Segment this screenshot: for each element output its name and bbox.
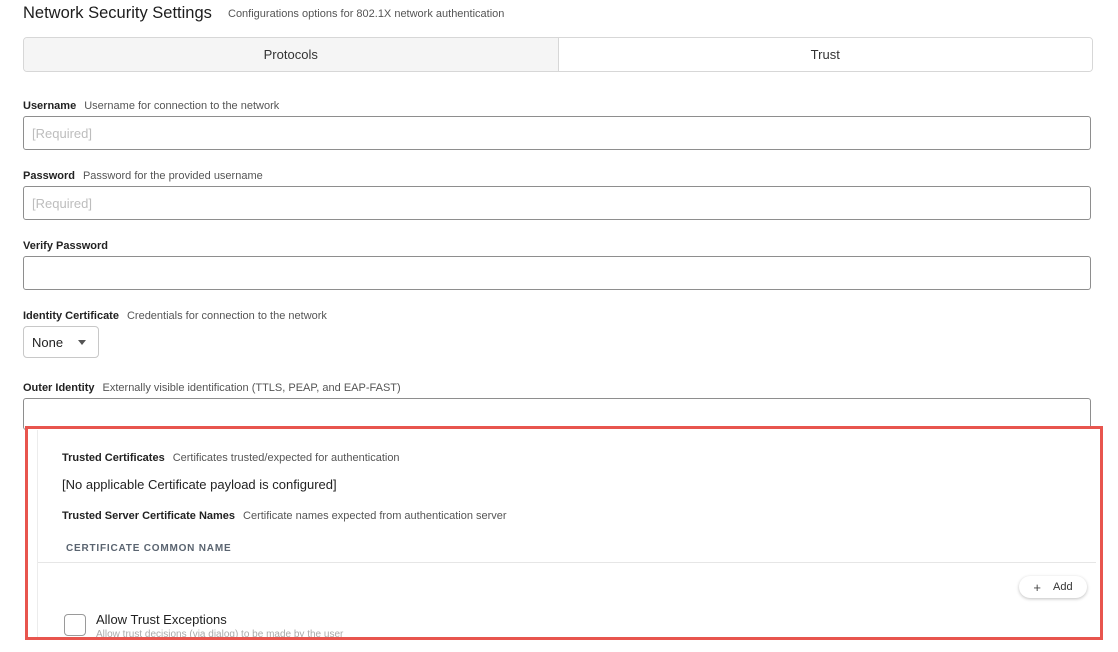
- tab-bar: Protocols Trust: [23, 37, 1093, 72]
- page-title: Network Security Settings: [23, 4, 212, 22]
- username-label: Username: [23, 100, 77, 112]
- verify-password-label: Verify Password: [23, 240, 108, 252]
- outer-identity-hint: Externally visible identification (TTLS,…: [102, 382, 401, 394]
- password-field: [23, 186, 1091, 220]
- password-label-row: Password Password for the provided userna…: [23, 166, 263, 184]
- username-hint: Username for connection to the network: [84, 100, 280, 112]
- verify-password-field: [23, 256, 1091, 290]
- chevron-down-icon: [78, 340, 86, 345]
- outer-identity-label: Outer Identity: [23, 382, 95, 394]
- outer-identity-label-row: Outer Identity Externally visible identif…: [23, 378, 401, 396]
- tab-protocols[interactable]: Protocols: [24, 38, 559, 71]
- page-subtitle: Configurations options for 802.1X networ…: [228, 8, 505, 20]
- verify-password-label-row: Verify Password: [23, 236, 108, 254]
- highlight-box: [25, 426, 1103, 640]
- username-input[interactable]: [24, 117, 1090, 149]
- verify-password-input[interactable]: [24, 257, 1090, 289]
- identity-certificate-hint: Credentials for connection to the networ…: [126, 310, 327, 322]
- tab-trust[interactable]: Trust: [558, 38, 1092, 71]
- identity-certificate-label-row: Identity Certificate Credentials for conn…: [23, 306, 327, 324]
- identity-certificate-label: Identity Certificate: [23, 310, 119, 322]
- bottom-edge: [0, 640, 1118, 652]
- outer-identity-input[interactable]: [24, 399, 1090, 429]
- password-label: Password: [23, 170, 75, 182]
- identity-certificate-select[interactable]: None: [23, 326, 99, 358]
- identity-certificate-value: None: [32, 334, 64, 350]
- password-input[interactable]: [24, 187, 1090, 219]
- username-field: [23, 116, 1091, 150]
- username-label-row: Username Username for connection to the n…: [23, 96, 279, 114]
- password-hint: Password for the provided username: [82, 170, 263, 182]
